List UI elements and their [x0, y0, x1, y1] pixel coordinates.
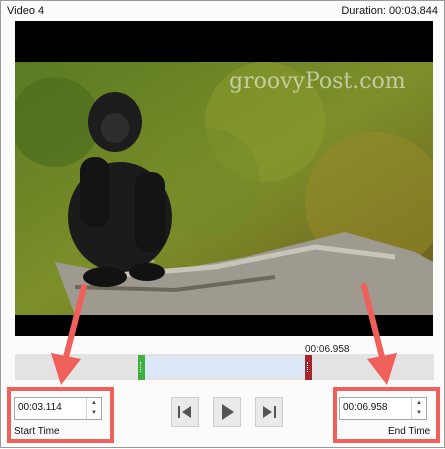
- chevron-up-icon[interactable]: ▲: [412, 398, 426, 408]
- start-time-label: Start Time: [14, 426, 60, 437]
- end-time-input[interactable]: [343, 400, 407, 415]
- play-icon: [222, 404, 234, 420]
- previous-frame-button[interactable]: [171, 397, 199, 427]
- trim-video-dialog: Video 4 Duration: 00:03.844 groovyPost.c…: [0, 0, 445, 448]
- end-time-spinner: ▲ ▼: [411, 398, 426, 419]
- video-preview: groovyPost.com: [15, 21, 433, 336]
- start-time-input[interactable]: [18, 400, 82, 415]
- chevron-down-icon[interactable]: ▼: [412, 408, 426, 418]
- end-trim-handle[interactable]: [305, 355, 312, 380]
- next-frame-icon: [263, 406, 276, 418]
- video-frame-image: groovyPost.com: [15, 62, 433, 315]
- duration-label: Duration: 00:03.844: [341, 5, 438, 17]
- end-time-field[interactable]: ▲ ▼: [339, 397, 427, 420]
- chevron-down-icon[interactable]: ▼: [87, 408, 101, 418]
- play-button[interactable]: [213, 397, 241, 427]
- end-time-label: End Time: [388, 426, 431, 437]
- dialog-title: Video 4: [7, 5, 45, 17]
- previous-frame-icon: [178, 406, 191, 418]
- start-time-spinner: ▲ ▼: [86, 398, 101, 419]
- start-trim-handle[interactable]: [138, 355, 145, 380]
- next-frame-button[interactable]: [255, 397, 283, 427]
- trim-region: [143, 357, 308, 377]
- chevron-up-icon[interactable]: ▲: [87, 398, 101, 408]
- watermark-text: groovyPost.com: [229, 69, 406, 94]
- start-time-field[interactable]: ▲ ▼: [14, 397, 102, 420]
- trim-timeline[interactable]: [15, 354, 434, 380]
